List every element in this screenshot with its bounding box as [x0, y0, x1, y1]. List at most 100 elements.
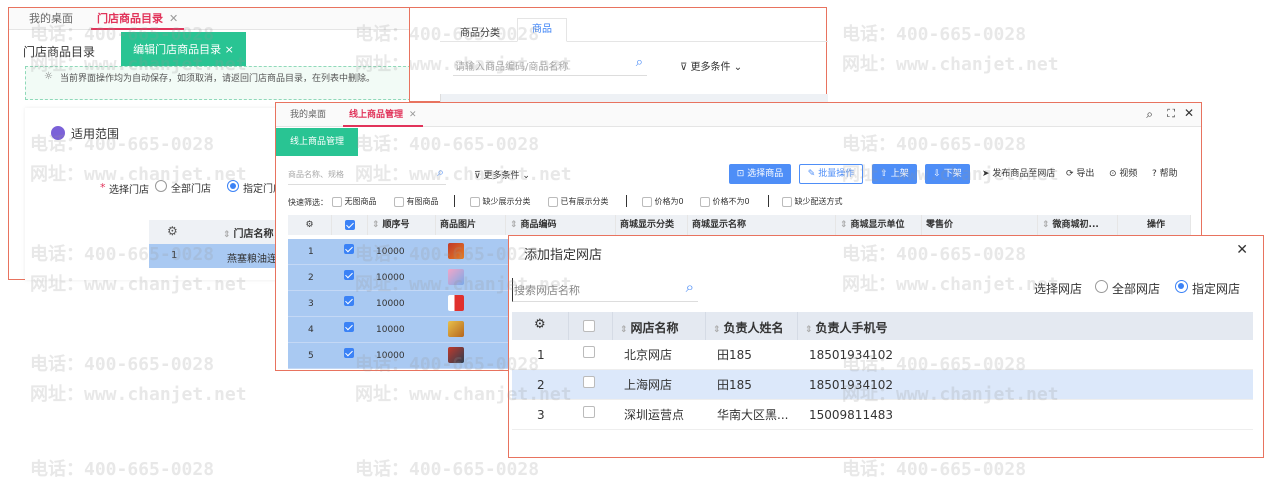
required-mark: * [100, 181, 106, 194]
column-select-all[interactable] [332, 215, 368, 235]
checkbox[interactable] [332, 196, 342, 207]
checkbox[interactable] [642, 196, 652, 207]
row-manager: 田185 [717, 348, 752, 362]
sort-icon[interactable]: ⇕ [510, 220, 518, 230]
filter-option[interactable]: 无图商品 [332, 196, 377, 207]
close-icon[interactable]: ✕ [409, 110, 417, 120]
row-checkbox[interactable] [344, 322, 354, 332]
sort-icon[interactable]: ⇕ [840, 220, 848, 230]
publish-button[interactable]: ➤ 发布商品至网店 [982, 164, 1055, 184]
row-checkbox[interactable] [344, 270, 354, 280]
add-store-modal: 添加指定网店 ✕ 搜索网店名称 ⌕ 选择网店 全部网店 指定网店 ⚙ ⇕ 网店名称… [508, 235, 1264, 458]
column-header-phone[interactable]: ⇕ 负责人手机号 [805, 319, 888, 336]
edit-catalog-label: 编辑门店商品目录 [133, 43, 222, 56]
sort-icon[interactable]: ⇕ [805, 325, 813, 335]
radio-specific-stores[interactable] [1175, 280, 1188, 293]
sort-icon[interactable]: ⇕ [372, 220, 380, 230]
tab-my-desktop[interactable]: 我的桌面 [29, 8, 73, 30]
help-button[interactable]: ? 帮助 [1152, 164, 1178, 184]
search-placeholder: 请输入商品编码/商品名称 [455, 62, 569, 73]
filter-option-label: 有图商品 [406, 197, 439, 206]
row-checkbox[interactable] [583, 376, 595, 388]
column-label: 负责人姓名 [723, 321, 784, 335]
watermark-phone: 电话：400-665-0028 [842, 24, 1027, 45]
filter-option[interactable]: 已有展示分类 [548, 196, 609, 207]
filter-option[interactable]: 有图商品 [394, 196, 439, 207]
close-icon[interactable]: ✕ [169, 12, 178, 25]
radio-specific-stores[interactable] [227, 180, 239, 192]
row-index: 2 [537, 378, 545, 392]
tab-product[interactable]: 商品 [517, 18, 567, 42]
sort-icon[interactable]: ⇕ [223, 230, 231, 240]
row-checkbox[interactable] [344, 244, 354, 254]
column-header-name[interactable]: ⇕ 网店名称 [620, 319, 679, 336]
checkbox[interactable] [548, 196, 558, 207]
close-icon[interactable]: × [225, 43, 234, 56]
tab-category[interactable]: 商品分类 [460, 24, 500, 39]
row-checkbox[interactable] [344, 348, 354, 358]
table-row[interactable]: 3 深圳运营点 华南大区黑... 15009811483 [512, 400, 1253, 430]
select-all-checkbox[interactable] [583, 320, 595, 332]
fullscreen-icon[interactable]: ⛶ [1167, 107, 1175, 121]
column-header-name[interactable]: ⇕ 门店名称 [223, 225, 274, 240]
off-shelf-button[interactable]: ⇩ 下架 [925, 164, 970, 184]
search-icon[interactable]: ⌕ [686, 278, 694, 296]
row-checkbox[interactable] [583, 346, 595, 358]
more-filter-button[interactable]: ⊽ 更多条件 ⌄ [680, 58, 742, 73]
select-product-button[interactable]: ⊡ 选择商品 [729, 164, 791, 184]
filter-option[interactable]: 价格为0 [642, 196, 684, 207]
row-checkbox[interactable] [583, 406, 595, 418]
select-all-checkbox[interactable] [344, 219, 355, 230]
breadcrumb[interactable]: 门店商品目录 [23, 43, 95, 60]
watermark-phone: 电话：400-665-0028 [842, 459, 1027, 480]
checkbox[interactable] [394, 196, 404, 207]
radio-all-stores[interactable] [155, 180, 167, 192]
column-header-wechat[interactable]: ⇕ 微商城初... [1038, 215, 1118, 235]
scope-title: 适用范围 [71, 127, 120, 141]
batch-operation-button[interactable]: ✎ 批量操作 [799, 164, 863, 184]
gear-icon[interactable]: ⚙ [167, 224, 178, 238]
checkbox[interactable] [470, 196, 480, 207]
search-icon[interactable]: ⌕ [636, 55, 643, 70]
filter-option-label: 缺少展示分类 [482, 197, 531, 206]
close-icon[interactable]: ✕ [1236, 242, 1248, 258]
radio-all-stores[interactable] [1095, 280, 1108, 293]
filter-option[interactable]: 缺少展示分类 [470, 196, 531, 207]
checkbox[interactable] [700, 196, 710, 207]
column-settings[interactable]: ⚙ [288, 215, 332, 235]
row-checkbox[interactable] [344, 296, 354, 306]
table-header: ⚙ ⇕ 网店名称 ⇕ 负责人姓名 ⇕ 负责人手机号 [512, 312, 1253, 340]
table-row[interactable]: 1 北京网店 田185 18501934102 [512, 340, 1253, 370]
tab-my-desktop[interactable]: 我的桌面 [290, 103, 326, 127]
row-seq: 10000 [376, 351, 405, 361]
column-header-code[interactable]: ⇕ 商品编码 [506, 215, 616, 235]
tab-store-catalog[interactable]: 门店商品目录 ✕ [91, 8, 185, 30]
sort-icon[interactable]: ⇕ [713, 325, 721, 335]
filter-option[interactable]: 缺少配送方式 [782, 196, 843, 207]
close-icon[interactable]: ✕ [1184, 106, 1194, 120]
column-header-display-unit[interactable]: ⇕ 商城显示单位 [836, 215, 922, 235]
checkbox[interactable] [782, 196, 792, 207]
search-input[interactable]: 搜索网店名称 ⌕ [512, 278, 698, 302]
video-button[interactable]: ⊙ 视频 [1109, 164, 1137, 184]
table-row[interactable]: 2 上海网店 田185 18501934102 [512, 370, 1253, 400]
edit-catalog-button[interactable]: 编辑门店商品目录 × [121, 32, 246, 68]
edit-icon: ✎ [807, 169, 816, 179]
export-button[interactable]: ⟳ 导出 [1066, 164, 1094, 184]
sort-icon[interactable]: ⇕ [620, 325, 628, 335]
on-shelf-button[interactable]: ⇧ 上架 [872, 164, 917, 184]
search-input[interactable]: 请输入商品编码/商品名称 ⌕ [453, 54, 647, 76]
search-icon[interactable]: ⌕ [1146, 107, 1153, 122]
online-products-button[interactable]: 线上商品管理 [276, 128, 358, 156]
column-header-seq[interactable]: ⇕ 顺序号 [368, 215, 436, 235]
gear-icon[interactable]: ⚙ [305, 220, 313, 230]
tab-online-products[interactable]: 线上商品管理 ✕ [343, 103, 423, 127]
gear-icon[interactable]: ⚙ [534, 317, 546, 332]
radio-specific-label: 指定网店 [1192, 282, 1241, 296]
modal-title: 添加指定网店 [524, 248, 603, 263]
filter-option[interactable]: 价格不为0 [700, 196, 750, 207]
sort-icon[interactable]: ⇕ [1042, 220, 1050, 230]
column-header-display-category: 商城显示分类 [616, 215, 688, 235]
send-icon: ➤ [982, 169, 990, 179]
column-header-manager[interactable]: ⇕ 负责人姓名 [713, 319, 784, 336]
